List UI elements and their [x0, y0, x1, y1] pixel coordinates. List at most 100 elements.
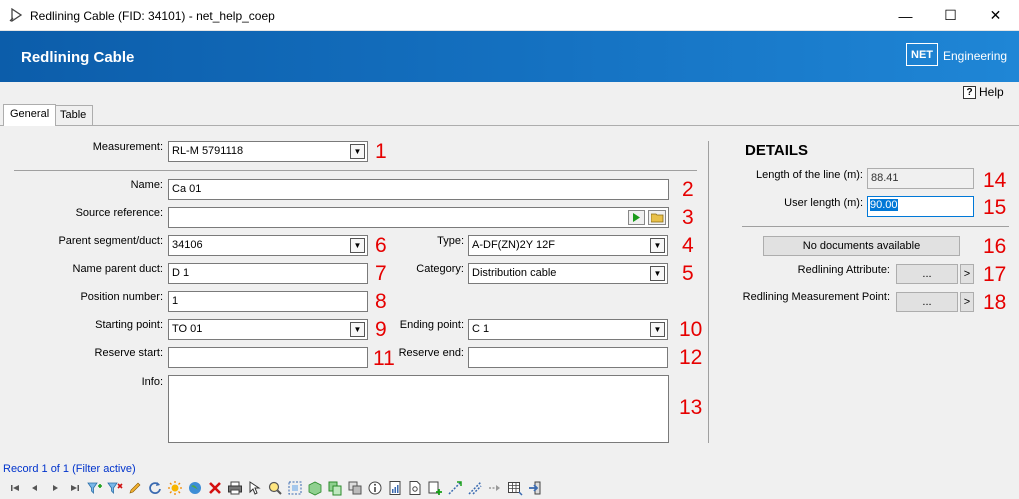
user-length-value: 90.00 — [870, 199, 898, 211]
starting-point-select[interactable]: TO 01 ▼ — [168, 319, 368, 340]
ending-point-label: Ending point: — [399, 319, 464, 331]
chevron-down-icon: ▼ — [650, 322, 665, 337]
redlining-attribute-arrow-button[interactable]: > — [960, 264, 974, 284]
minimize-icon: — — [898, 7, 913, 24]
open-folder-button[interactable] — [648, 210, 666, 225]
info-label: Info: — [141, 376, 163, 388]
reserve-end-field[interactable] — [468, 347, 668, 368]
annotation-13: 13 — [679, 396, 703, 419]
exit-icon[interactable] — [526, 479, 543, 496]
parent-segment-select[interactable]: 34106 ▼ — [168, 235, 368, 256]
annotation-14: 14 — [983, 169, 1007, 192]
add-filter-icon[interactable] — [86, 479, 103, 496]
name-field[interactable]: Ca 01 — [168, 179, 669, 200]
help-bar: ? Help — [0, 82, 1019, 104]
copy-icon[interactable] — [326, 479, 343, 496]
annotation-5: 5 — [682, 262, 694, 285]
duplicate-icon[interactable] — [346, 479, 363, 496]
type-label: Type: — [437, 235, 464, 247]
zoom-icon[interactable] — [266, 479, 283, 496]
status-bar: Record 1 of 1 (Filter active) — [0, 462, 1019, 476]
minimize-button[interactable]: — — [883, 0, 928, 31]
chevron-down-icon: ▼ — [350, 238, 365, 253]
category-label: Category: — [416, 263, 464, 275]
reserve-start-field[interactable] — [168, 347, 368, 368]
redline-icon[interactable] — [466, 479, 483, 496]
annotation-1: 1 — [375, 140, 387, 163]
chevron-down-icon: ▼ — [350, 322, 365, 337]
starting-point-label: Starting point: — [95, 319, 163, 331]
close-button[interactable]: ✕ — [973, 0, 1018, 31]
tab-general[interactable]: General — [3, 104, 57, 126]
category-value: Distribution cable — [472, 267, 557, 279]
annotation-18: 18 — [983, 291, 1007, 314]
ending-point-select[interactable]: C 1 ▼ — [468, 319, 668, 340]
export-icon[interactable] — [486, 479, 503, 496]
position-number-field[interactable]: 1 — [168, 291, 368, 312]
tab-table[interactable]: Table — [53, 105, 94, 126]
prev-record-icon[interactable] — [26, 479, 43, 496]
remove-filter-icon[interactable] — [106, 479, 123, 496]
info-textarea[interactable] — [168, 375, 669, 443]
source-reference-field[interactable] — [168, 207, 669, 228]
chevron-down-icon: ▼ — [350, 144, 365, 159]
last-record-icon[interactable] — [66, 479, 83, 496]
annotation-2: 2 — [682, 178, 694, 201]
reserve-start-label: Reserve start: — [94, 347, 163, 359]
folder-icon — [650, 213, 663, 222]
info-icon[interactable] — [366, 479, 383, 496]
edit-icon[interactable] — [126, 479, 143, 496]
next-record-icon[interactable] — [46, 479, 63, 496]
select-icon[interactable] — [246, 479, 263, 496]
net-logo-box: NET — [906, 43, 938, 66]
app-icon — [9, 8, 23, 22]
category-select[interactable]: Distribution cable ▼ — [468, 263, 668, 284]
no-documents-button[interactable]: No documents available — [763, 236, 960, 256]
maximize-icon: ☐ — [944, 7, 957, 23]
object-icon[interactable] — [306, 479, 323, 496]
annotation-12: 12 — [679, 346, 703, 369]
play-button[interactable] — [628, 210, 645, 225]
redlining-measurement-point-button[interactable]: ... — [896, 292, 958, 312]
select-area-icon[interactable] — [286, 479, 303, 496]
delete-icon[interactable] — [206, 479, 223, 496]
type-value: A-DF(ZN)2Y 12F — [472, 239, 555, 251]
chevron-down-icon: ▼ — [650, 266, 665, 281]
annotation-9: 9 — [375, 318, 387, 341]
user-length-field[interactable]: 90.00 — [867, 196, 974, 217]
source-reference-label: Source reference: — [75, 207, 163, 219]
highlight-icon[interactable] — [166, 479, 183, 496]
window-title: Redlining Cable (FID: 34101) - net_help_… — [30, 9, 275, 23]
close-icon: ✕ — [989, 7, 1002, 23]
name-parent-duct-field[interactable]: D 1 — [168, 263, 368, 284]
annotation-3: 3 — [682, 206, 694, 229]
help-icon: ? — [963, 85, 976, 99]
chevron-down-icon: ▼ — [650, 238, 665, 253]
measure-icon[interactable] — [446, 479, 463, 496]
measurement-select[interactable]: RL-M 5791118 ▼ — [168, 141, 368, 162]
refresh-icon[interactable] — [146, 479, 163, 496]
maximize-button[interactable]: ☐ — [928, 0, 973, 31]
ending-point-value: C 1 — [472, 323, 490, 335]
annotation-17: 17 — [983, 263, 1007, 286]
report-icon[interactable] — [386, 479, 403, 496]
first-record-icon[interactable] — [6, 479, 23, 496]
measurement-label: Measurement: — [92, 141, 163, 153]
record-status: Record 1 of 1 (Filter active) — [3, 463, 136, 475]
play-icon — [633, 213, 640, 222]
name-parent-duct-label: Name parent duct: — [72, 263, 164, 275]
header-banner: Redlining Cable NET Engineering — [0, 31, 1019, 82]
parent-segment-value: 34106 — [172, 239, 203, 251]
print-icon[interactable] — [226, 479, 243, 496]
globe-icon[interactable] — [186, 479, 203, 496]
add-document-icon[interactable] — [426, 479, 443, 496]
redlining-measurement-point-arrow-button[interactable]: > — [960, 292, 974, 312]
type-select[interactable]: A-DF(ZN)2Y 12F ▼ — [468, 235, 668, 256]
redlining-attribute-button[interactable]: ... — [896, 264, 958, 284]
name-label: Name: — [130, 179, 163, 191]
table-icon[interactable] — [506, 479, 523, 496]
document-icon[interactable] — [406, 479, 423, 496]
help-button[interactable]: ? Help — [963, 85, 1004, 99]
user-length-label: User length (m): — [784, 197, 863, 209]
annotation-4: 4 — [682, 234, 694, 257]
